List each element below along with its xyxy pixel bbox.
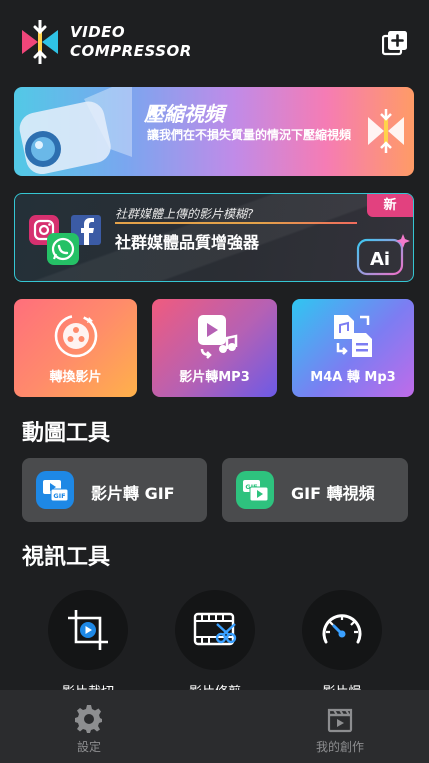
banner-subtitle: 讓我們在不損失質量的情況下壓縮視頻 [147, 128, 352, 142]
app-logo-icon [22, 20, 58, 64]
crop-video-button[interactable] [48, 590, 128, 670]
app-brand: VIDEO COMPRESSOR [70, 23, 192, 61]
tagline-underline [115, 222, 357, 224]
app-header: VIDEO COMPRESSOR [0, 0, 429, 84]
convert-video-card[interactable]: 轉換影片 [14, 299, 137, 397]
tool-label: 影片轉 GIF [91, 484, 175, 503]
gif-tools-title: 動圖工具 [22, 421, 111, 446]
card-label: M4A 轉 Mp3 [310, 370, 396, 385]
nav-label: 設定 [76, 740, 101, 754]
video-to-gif-icon: GIF [36, 471, 74, 509]
nav-label: 我的創作 [315, 740, 364, 754]
social-icons-group [29, 215, 101, 265]
trim-video-icon [193, 612, 237, 646]
crop-video-icon [68, 610, 108, 650]
tool-label: GIF 轉視頻 [291, 484, 375, 503]
nav-my-creations[interactable]: 我的創作 [280, 690, 400, 763]
trim-video-button[interactable] [175, 590, 255, 670]
video-tools-title: 視訊工具 [22, 545, 111, 570]
compress-arrows-icon [368, 109, 404, 153]
gear-icon [75, 705, 102, 733]
gif-to-video-icon: GIF [236, 471, 274, 509]
brand-line-2: COMPRESSOR [70, 42, 192, 60]
m4a-to-mp3-card[interactable]: M4A 轉 Mp3 [292, 299, 414, 397]
video-to-mp3-card[interactable]: 影片轉MP3 [152, 299, 277, 397]
nav-settings[interactable]: 設定 [29, 690, 149, 763]
new-badge: 新 [367, 194, 413, 217]
bottom-nav: 設定 我的創作 [0, 690, 429, 763]
camera-illustration-icon [19, 87, 132, 175]
brand-line-1: VIDEO [70, 23, 126, 41]
slow-video-button[interactable] [302, 590, 382, 670]
card-label: 影片轉MP3 [179, 370, 250, 385]
video-to-music-icon [197, 315, 237, 359]
compress-video-banner[interactable]: 壓縮視頻 讓我們在不損失質量的情況下壓縮視頻 [14, 87, 414, 176]
clapperboard-icon [327, 708, 353, 733]
whatsapp-icon [47, 233, 79, 265]
video-to-gif-button[interactable]: GIF 影片轉 GIF [22, 458, 207, 522]
ai-icon: Ai [356, 234, 410, 276]
add-square-icon[interactable] [382, 30, 408, 56]
banner-tagline: 社群媒體上傳的影片模糊? [115, 207, 254, 221]
card-label: 轉換影片 [49, 370, 102, 385]
banner-title: 壓縮視頻 [144, 102, 224, 126]
quality-enhancer-banner[interactable]: 新 社群媒體上傳的影片模糊? 社群媒體品質增強器 Ai [14, 193, 414, 282]
svg-text:Ai: Ai [370, 249, 390, 270]
audio-file-convert-icon [334, 315, 372, 357]
speed-gauge-icon [322, 614, 362, 644]
gif-to-video-button[interactable]: GIF GIF 轉視頻 [222, 458, 408, 522]
film-reel-icon [54, 314, 97, 358]
svg-text:GIF: GIF [53, 492, 65, 500]
banner-title: 社群媒體品質增強器 [115, 233, 260, 252]
